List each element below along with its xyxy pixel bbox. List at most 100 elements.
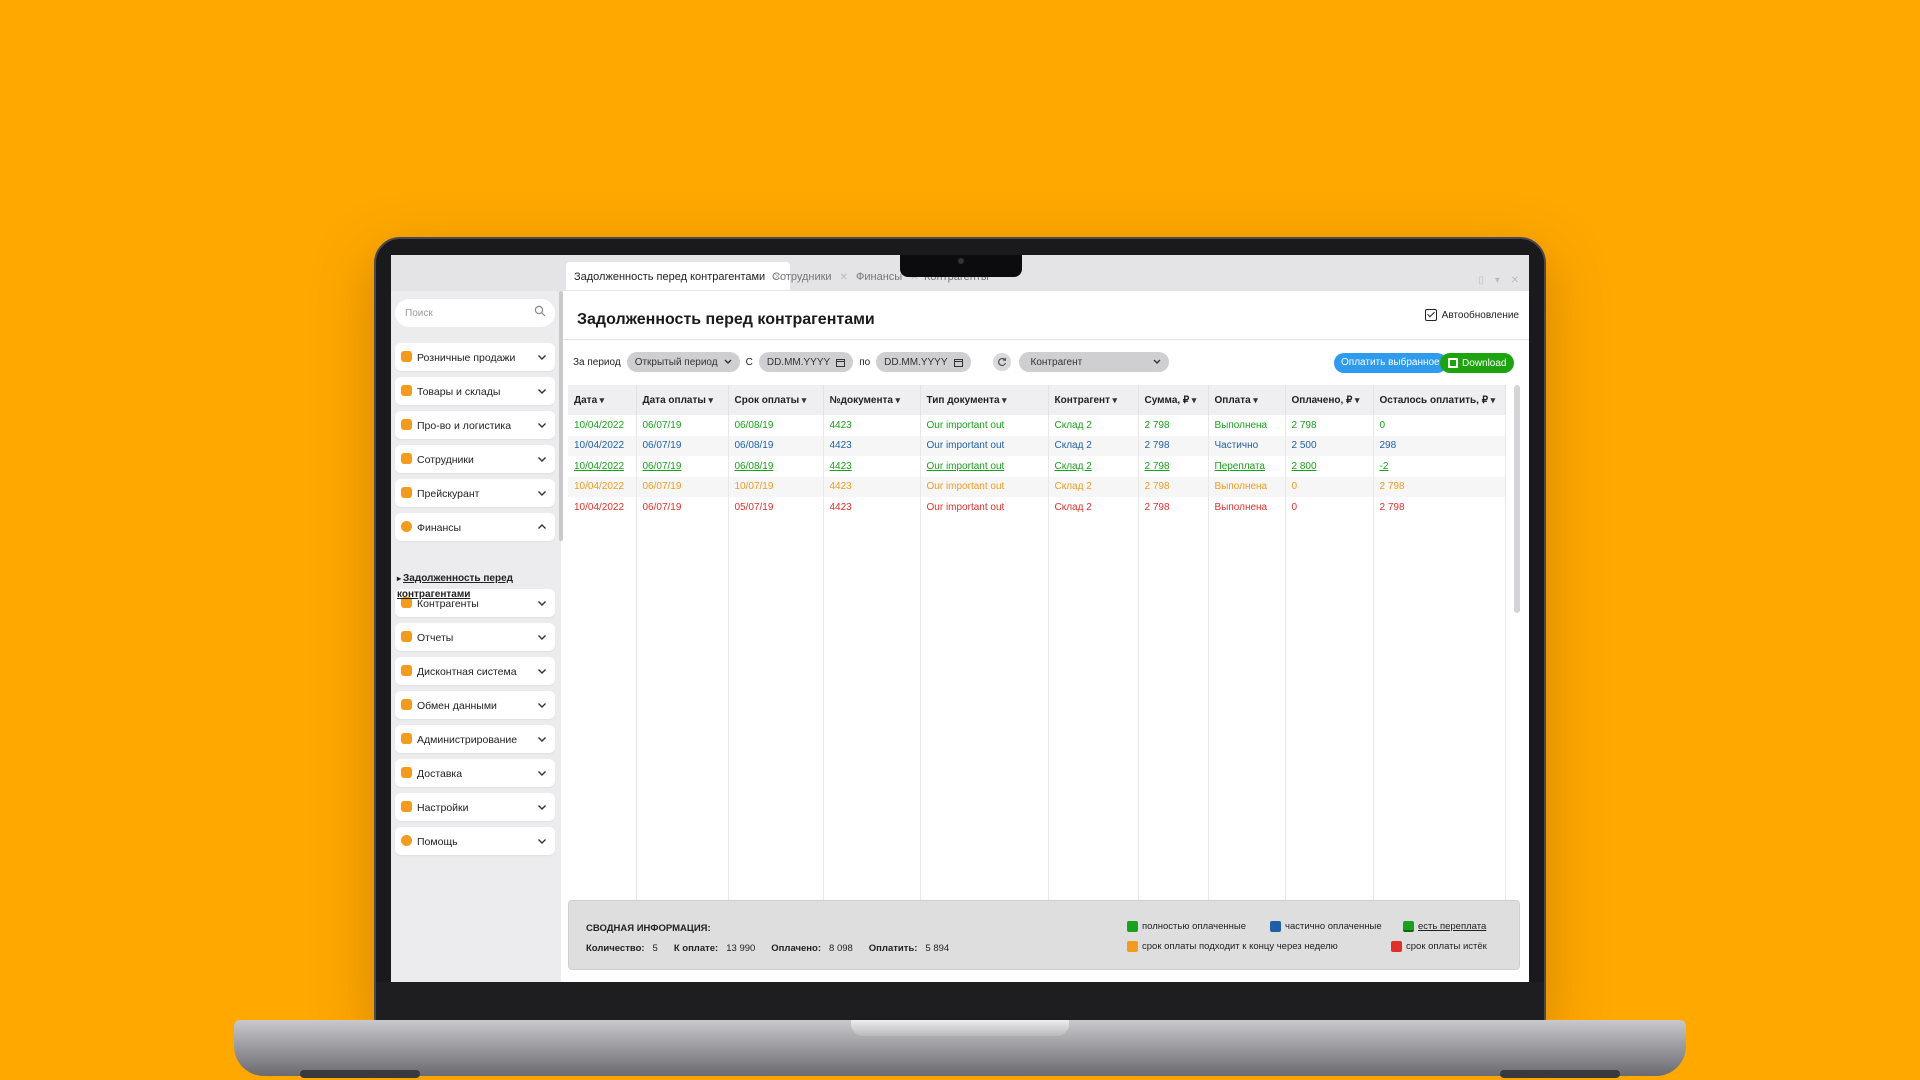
summary-panel: СВОДНАЯ ИНФОРМАЦИЯ: Количество: 5 К оплат… xyxy=(568,900,1520,970)
sidebar-item-12[interactable]: Настройки xyxy=(395,793,555,821)
search-icon[interactable] xyxy=(534,305,546,317)
sidebar-item-label: Про-во и логистика xyxy=(417,420,512,432)
sidebar-item-10[interactable]: Администрирование xyxy=(395,725,555,753)
chevron-down-icon[interactable] xyxy=(537,768,547,778)
chevron-down-icon[interactable] xyxy=(537,700,547,710)
sidebar-item-label: Отчеты xyxy=(417,632,454,644)
help-icon xyxy=(401,835,412,846)
chevron-down-icon xyxy=(724,359,732,364)
sidebar-item-0[interactable]: Розничные продажи xyxy=(395,343,555,371)
col-doc-type[interactable]: Тип документа xyxy=(920,385,1049,415)
sidebar-item-label: Дисконтная система xyxy=(417,666,517,678)
sidebar-item-9[interactable]: Обмен данными xyxy=(395,691,555,719)
col-contractor[interactable]: Контрагент xyxy=(1048,385,1139,415)
contractor-select[interactable]: Контрагент xyxy=(1018,352,1169,372)
finance-icon xyxy=(401,521,412,532)
sidebar-subitem-debts[interactable]: Задолженность перед контрагентами xyxy=(397,571,547,603)
sidebar-item-label: Финансы xyxy=(417,522,462,534)
chevron-down-icon[interactable] xyxy=(537,454,547,464)
sidebar-item-label: Администрирование xyxy=(417,734,518,746)
col-date[interactable]: Дата xyxy=(568,385,637,415)
sidebar-item-8[interactable]: Дисконтная система xyxy=(395,657,555,685)
checkbox-icon[interactable] xyxy=(1424,309,1437,321)
sidebar-item-2[interactable]: Про-во и логистика xyxy=(395,411,555,439)
divider xyxy=(563,339,1529,340)
refresh-icon[interactable] xyxy=(992,353,1011,371)
sidebar-item-label: Прейскурант xyxy=(417,488,480,500)
summary-title: СВОДНАЯ ИНФОРМАЦИЯ: xyxy=(586,923,711,934)
col-paid[interactable]: Оплачено, ₽ xyxy=(1285,385,1374,415)
period-select[interactable]: Открытый период xyxy=(626,352,740,372)
chevron-down-icon[interactable] xyxy=(537,666,547,676)
sidebar-item-label: Помощь xyxy=(417,836,458,848)
chevron-down-icon[interactable] xyxy=(537,386,547,396)
col-doc-number[interactable]: №документа xyxy=(823,385,921,415)
table-row[interactable]: 10/04/2022 06/07/19 06/08/19 4423 Our import… xyxy=(568,415,1506,436)
chevron-up-icon[interactable] xyxy=(537,522,547,532)
sidebar-item-label: Настройки xyxy=(417,802,469,814)
sidebar-item-5[interactable]: Финансы xyxy=(395,513,555,541)
retail-icon xyxy=(401,351,412,362)
sidebar-item-label: Обмен данными xyxy=(417,700,497,712)
table-cell: Склад 2 xyxy=(1048,497,1139,518)
sidebar-item-13[interactable]: Помощь xyxy=(395,827,555,855)
calendar-icon xyxy=(836,358,846,367)
laptop-base-notch xyxy=(851,1020,1069,1036)
table-row[interactable]: 10/04/2022 06/07/19 10/07/19 4423 Our import… xyxy=(568,476,1506,497)
autoupdate-toggle[interactable]: Автообновление xyxy=(1424,309,1519,321)
chevron-down-icon[interactable] xyxy=(537,632,547,642)
table-cell: 2 798 xyxy=(1138,435,1209,456)
logistics-icon xyxy=(401,419,412,430)
table-cell: 06/07/19 xyxy=(636,435,729,456)
sidebar-item-11[interactable]: Доставка xyxy=(395,759,555,787)
table-cell: 06/08/19 xyxy=(728,435,824,456)
legend-paid: полностью оплаченные xyxy=(1127,921,1246,932)
table-cell: 10/04/2022 xyxy=(568,456,637,477)
chevron-down-icon[interactable] xyxy=(537,352,547,362)
exchange-icon xyxy=(401,699,412,710)
screen: Задолженность перед контрагентами ✕ Сотру… xyxy=(391,255,1529,982)
table-cell: 4423 xyxy=(823,456,921,477)
chevron-down-icon[interactable] xyxy=(537,488,547,498)
table-row[interactable]: 10/04/2022 06/07/19 05/07/19 4423 Our import… xyxy=(568,497,1506,518)
chevron-down-icon[interactable] xyxy=(537,802,547,812)
search-input[interactable]: Поиск xyxy=(395,299,555,327)
download-button[interactable]: Download xyxy=(1440,353,1515,373)
tab-employees[interactable]: Сотрудники ✕ xyxy=(764,262,856,290)
pay-selected-button[interactable]: Оплатить выбранное xyxy=(1334,353,1447,373)
table-cell: -2 xyxy=(1373,456,1506,477)
tab-debts[interactable]: Задолженность перед контрагентами ✕ xyxy=(566,262,790,290)
table-row[interactable]: 10/04/2022 06/07/19 06/08/19 4423 Our import… xyxy=(568,435,1506,456)
table-cell: 10/04/2022 xyxy=(568,415,637,436)
date-to-input[interactable]: DD.MM.YYYY xyxy=(876,352,971,372)
laptop-foot xyxy=(300,1070,420,1078)
date-from-input[interactable]: DD.MM.YYYY xyxy=(758,352,854,372)
sidebar-item-1[interactable]: Товары и склады xyxy=(395,377,555,405)
employees-icon xyxy=(401,453,412,464)
chevron-down-icon[interactable] xyxy=(537,836,547,846)
table-scrollbar[interactable] xyxy=(1514,385,1520,613)
close-icon[interactable]: ✕ xyxy=(840,272,848,283)
col-payment[interactable]: Оплата xyxy=(1208,385,1286,415)
sidebar-item-4[interactable]: Прейскурант xyxy=(395,479,555,507)
summary-values: Количество: 5 К оплате: 13 990 Оплачено: 8 … xyxy=(586,943,950,954)
chevron-down-icon[interactable] xyxy=(537,420,547,430)
table-cell: 06/07/19 xyxy=(636,476,729,497)
goods-icon xyxy=(401,385,412,396)
col-amount[interactable]: Сумма, ₽ xyxy=(1138,385,1209,415)
col-due-date[interactable]: Срок оплаты xyxy=(728,385,824,415)
sidebar-item-7[interactable]: Отчеты xyxy=(395,623,555,651)
chevron-down-icon[interactable] xyxy=(537,734,547,744)
settings-icon xyxy=(401,801,412,812)
table-cell: 2 800 xyxy=(1285,456,1374,477)
laptop-foot xyxy=(1500,1070,1620,1078)
col-remaining[interactable]: Осталось оплатить, ₽ xyxy=(1373,385,1506,415)
sidebar-item-3[interactable]: Сотрудники xyxy=(395,445,555,473)
window-controls[interactable]: ▯ ▾ ✕ xyxy=(1479,275,1523,286)
table-cell: 4423 xyxy=(823,476,921,497)
table-cell: 10/04/2022 xyxy=(568,497,637,518)
table-cell: Our important out xyxy=(920,476,1049,497)
camera-icon xyxy=(958,258,964,264)
table-row[interactable]: 10/04/2022 06/07/19 06/08/19 4423 Our import… xyxy=(568,456,1506,477)
col-payment-date[interactable]: Дата оплаты xyxy=(636,385,729,415)
